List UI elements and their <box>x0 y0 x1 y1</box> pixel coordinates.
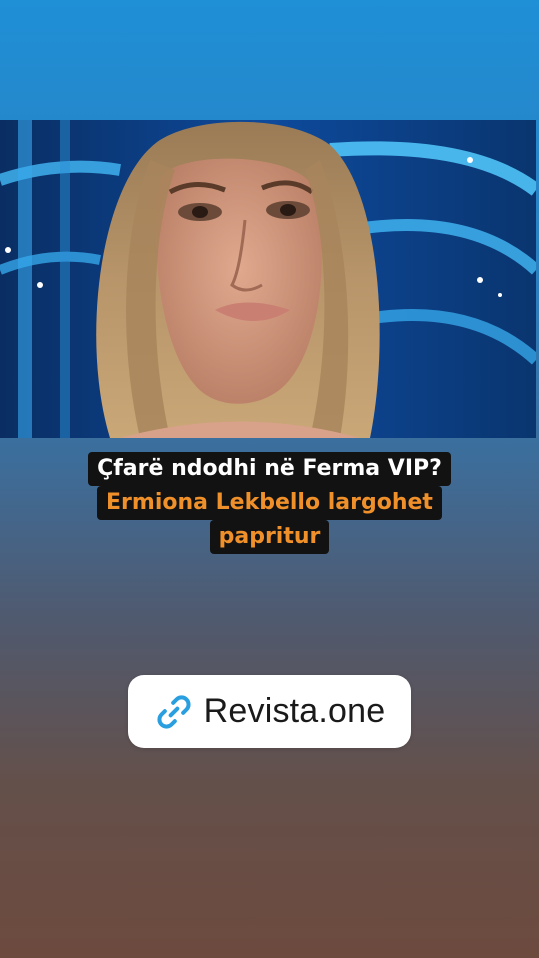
headline-line-2: Ermiona Lekbello largohet <box>97 486 442 520</box>
photo-illustration <box>0 120 536 438</box>
headline-line-1: Çfarë ndodhi në Ferma VIP? <box>88 452 451 486</box>
link-sticker-label: Revista.one <box>203 692 386 730</box>
news-photo[interactable] <box>0 120 536 438</box>
headline: Çfarë ndodhi në Ferma VIP? Ermiona Lekbe… <box>0 452 539 554</box>
headline-line-3: papritur <box>209 520 330 554</box>
story-canvas: Çfarë ndodhi në Ferma VIP? Ermiona Lekbe… <box>0 0 539 958</box>
link-sticker[interactable]: Revista.one <box>128 675 411 748</box>
link-icon <box>154 692 194 732</box>
